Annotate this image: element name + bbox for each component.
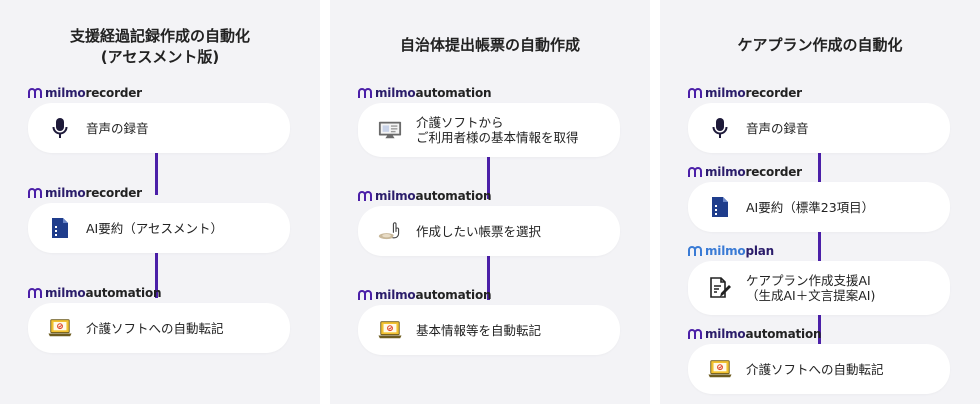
brand-milmo-automation: milmo automation [28,285,162,301]
step-card[interactable]: AI要約（標準23項目） [688,182,950,232]
step-card[interactable]: ケアプラン作成支援AI （生成AI＋文言提案AI) [688,261,950,315]
milmo-logo-icon [28,288,42,298]
step-label: ケアプラン作成支援AI （生成AI＋文言提案AI) [746,273,876,303]
brand-product: automation [745,327,822,341]
brand-name: milmo [705,327,746,341]
brand-name: milmo [45,86,86,100]
brand-milmo-recorder: milmo recorder [688,85,802,101]
step-label: AI要約（アセスメント） [86,220,223,236]
brand-product: automation [415,189,492,203]
panel-title: ケアプラン作成の自動化 [660,35,980,56]
panel-title-line1: 自治体提出帳票の自動作成 [399,36,580,54]
panel-title: 自治体提出帳票の自動作成 [330,35,650,56]
brand-product: recorder [745,165,802,179]
brand-product: recorder [85,86,142,100]
microphone-icon [48,116,72,140]
milmo-logo-icon [28,88,42,98]
step-label: 音声の録音 [746,120,809,136]
step-card[interactable]: 介護ソフトへの自動転記 [688,344,950,394]
panel-title-line2: (アセスメント版) [100,48,220,66]
brand-name: milmo [705,86,746,100]
laptop-icon [708,357,732,381]
step-label: 音声の録音 [86,120,149,136]
document-edit-icon [708,276,732,300]
panel-title: 支援経過記録作成の自動化 (アセスメント版) [0,26,320,68]
step-label: 介護ソフトから ご利用者様の基本情報を取得 [416,115,579,145]
microphone-icon [708,116,732,140]
brand-milmo-recorder: milmo recorder [688,164,802,180]
step-card[interactable]: 介護ソフトへの自動転記 [28,303,290,353]
brand-product: automation [415,288,492,302]
laptop-icon [378,318,402,342]
step-label: 作成したい帳票を選択 [416,223,542,239]
brand-name: milmo [375,86,416,100]
connector-line [818,230,821,264]
step-label: AI要約（標準23項目） [746,199,875,215]
connector-line [155,150,158,195]
workflow-panel-assessment: 支援経過記録作成の自動化 (アセスメント版) milmo recorder 音声… [0,0,320,404]
milmo-logo-icon [28,188,42,198]
milmo-logo-icon [688,167,702,177]
brand-milmo-recorder: milmo recorder [28,85,142,101]
milmo-logo-icon [358,191,372,201]
step-card[interactable]: 音声の録音 [28,103,290,153]
document-icon [48,216,72,240]
milmo-logo-icon [688,246,702,256]
connector-line [818,150,821,184]
step-card[interactable]: 基本情報等を自動転記 [358,305,620,355]
document-icon [708,195,732,219]
workflow-panel-care-plan: ケアプラン作成の自動化 milmo recorder 音声の録音 milmo r… [660,0,980,404]
step-card[interactable]: 介護ソフトから ご利用者様の基本情報を取得 [358,103,620,157]
brand-milmo-recorder: milmo recorder [28,185,142,201]
milmo-logo-icon [358,88,372,98]
milmo-logo-icon [358,290,372,300]
brand-name: milmo [45,186,86,200]
milmo-logo-icon [688,329,702,339]
brand-product: automation [415,86,492,100]
step-label: 基本情報等を自動転記 [416,322,542,338]
brand-name: milmo [375,288,416,302]
step-card[interactable]: 音声の録音 [688,103,950,153]
brand-name: milmo [705,165,746,179]
brand-product: recorder [745,86,802,100]
panel-title-line1: 支援経過記録作成の自動化 [69,27,250,45]
brand-milmo-plan: milmo plan [688,243,774,259]
brand-product: automation [85,286,162,300]
milmo-logo-icon [688,88,702,98]
brand-milmo-automation: milmo automation [688,326,822,342]
panel-title-line1: ケアプラン作成の自動化 [737,36,903,54]
brand-product: plan [745,244,775,258]
workflow-panel-municipal-forms: 自治体提出帳票の自動作成 milmo automation 介護ソフトから ご利… [330,0,650,404]
brand-product: recorder [85,186,142,200]
brand-name: milmo [705,244,746,258]
brand-name: milmo [45,286,86,300]
laptop-icon [48,316,72,340]
step-label: 介護ソフトへの自動転記 [86,320,224,336]
step-card[interactable]: 作成したい帳票を選択 [358,206,620,256]
brand-name: milmo [375,189,416,203]
step-card[interactable]: AI要約（アセスメント） [28,203,290,253]
step-label: 介護ソフトへの自動転記 [746,361,884,377]
brand-milmo-automation: milmo automation [358,85,492,101]
monitor-icon [378,118,402,142]
pointer-click-icon [378,219,402,243]
brand-milmo-automation: milmo automation [358,287,492,303]
brand-milmo-automation: milmo automation [358,188,492,204]
